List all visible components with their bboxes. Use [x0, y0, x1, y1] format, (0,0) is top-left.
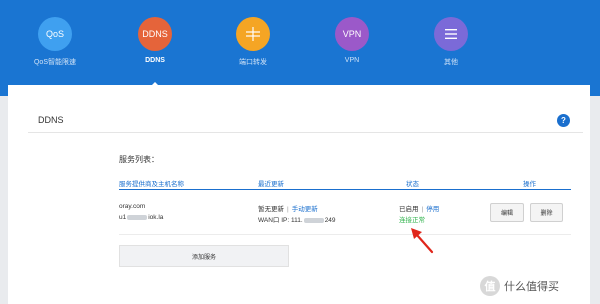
- red-annotation-arrow: [411, 228, 434, 254]
- watermark-logo: 值: [480, 276, 500, 296]
- watermark-text: 什么值得买: [504, 281, 559, 293]
- watermark: 值 什么值得买: [480, 276, 559, 296]
